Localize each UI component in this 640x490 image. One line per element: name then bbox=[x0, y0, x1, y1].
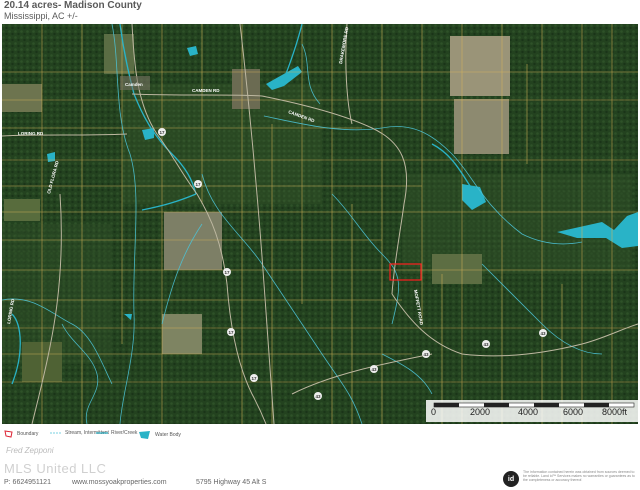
svg-text:43: 43 bbox=[484, 342, 490, 347]
scale-bar: 0 2000 4000 6000 8000ft bbox=[426, 400, 638, 422]
highway-shield: 17 bbox=[158, 128, 166, 136]
legend-item-water-body: Water Body bbox=[138, 430, 181, 440]
svg-text:17: 17 bbox=[196, 182, 202, 187]
highway-shield: 17 bbox=[227, 328, 235, 336]
legend-item-boundary: Boundary bbox=[4, 430, 38, 438]
disclaimer-text: The information contained herein was obt… bbox=[523, 470, 635, 483]
svg-text:17: 17 bbox=[229, 330, 235, 335]
brokerage-name: MLS United LLC bbox=[4, 461, 107, 476]
map-legend: Boundary Stream, Intermittent River/Cree… bbox=[0, 425, 640, 443]
svg-text:17: 17 bbox=[225, 270, 231, 275]
svg-text:43: 43 bbox=[316, 394, 322, 399]
satellite-map[interactable]: Camden CAMDEN RD LORING RD CAMDEN RD OLD… bbox=[2, 24, 638, 424]
scale-tick-label: 6000 bbox=[563, 407, 583, 417]
road-label-loring: LORING RD bbox=[18, 131, 44, 136]
scale-tick-label: 2000 bbox=[470, 407, 490, 417]
stream-icon bbox=[50, 432, 62, 434]
agent-name: Fred Zepponi bbox=[6, 446, 54, 455]
river-icon bbox=[96, 432, 108, 434]
highway-shield: 43 bbox=[370, 365, 378, 373]
page-title: 20.14 acres- Madison County bbox=[4, 0, 142, 11]
highway-shield: 17 bbox=[194, 180, 202, 188]
svg-text:43: 43 bbox=[424, 352, 430, 357]
svg-text:43: 43 bbox=[372, 367, 378, 372]
water-body-icon bbox=[139, 431, 150, 439]
highway-shield: 43 bbox=[482, 340, 490, 348]
header: 20.14 acres- Madison County Mississippi,… bbox=[0, 0, 640, 24]
scale-tick-label: 8000ft bbox=[602, 407, 628, 417]
highway-shield: 43 bbox=[539, 329, 547, 337]
office-address: 5795 Highway 45 Alt S bbox=[196, 479, 267, 486]
website-link[interactable]: www.mossyoakproperties.com bbox=[72, 479, 167, 486]
svg-text:43: 43 bbox=[541, 331, 547, 336]
scale-tick-label: 4000 bbox=[518, 407, 538, 417]
highway-shield: 43 bbox=[422, 350, 430, 358]
road-label-camden: CAMDEN RD bbox=[192, 88, 220, 93]
highway-shield: 17 bbox=[223, 268, 231, 276]
agent-phone: P: 6624951121 bbox=[4, 479, 51, 486]
boundary-icon bbox=[4, 430, 13, 438]
scale-tick-label: 0 bbox=[431, 407, 436, 417]
svg-text:17: 17 bbox=[252, 376, 258, 381]
svg-text:17: 17 bbox=[160, 130, 166, 135]
highway-shield: 43 bbox=[314, 392, 322, 400]
legend-item-river: River/Creek bbox=[96, 430, 137, 436]
town-label: Camden bbox=[125, 82, 143, 87]
page-subtitle: Mississippi, AC +/- bbox=[4, 11, 78, 21]
land-id-logo: id bbox=[503, 471, 519, 487]
footer: Fred Zepponi MLS United LLC P: 662495112… bbox=[0, 443, 640, 490]
highway-shield: 17 bbox=[250, 374, 258, 382]
